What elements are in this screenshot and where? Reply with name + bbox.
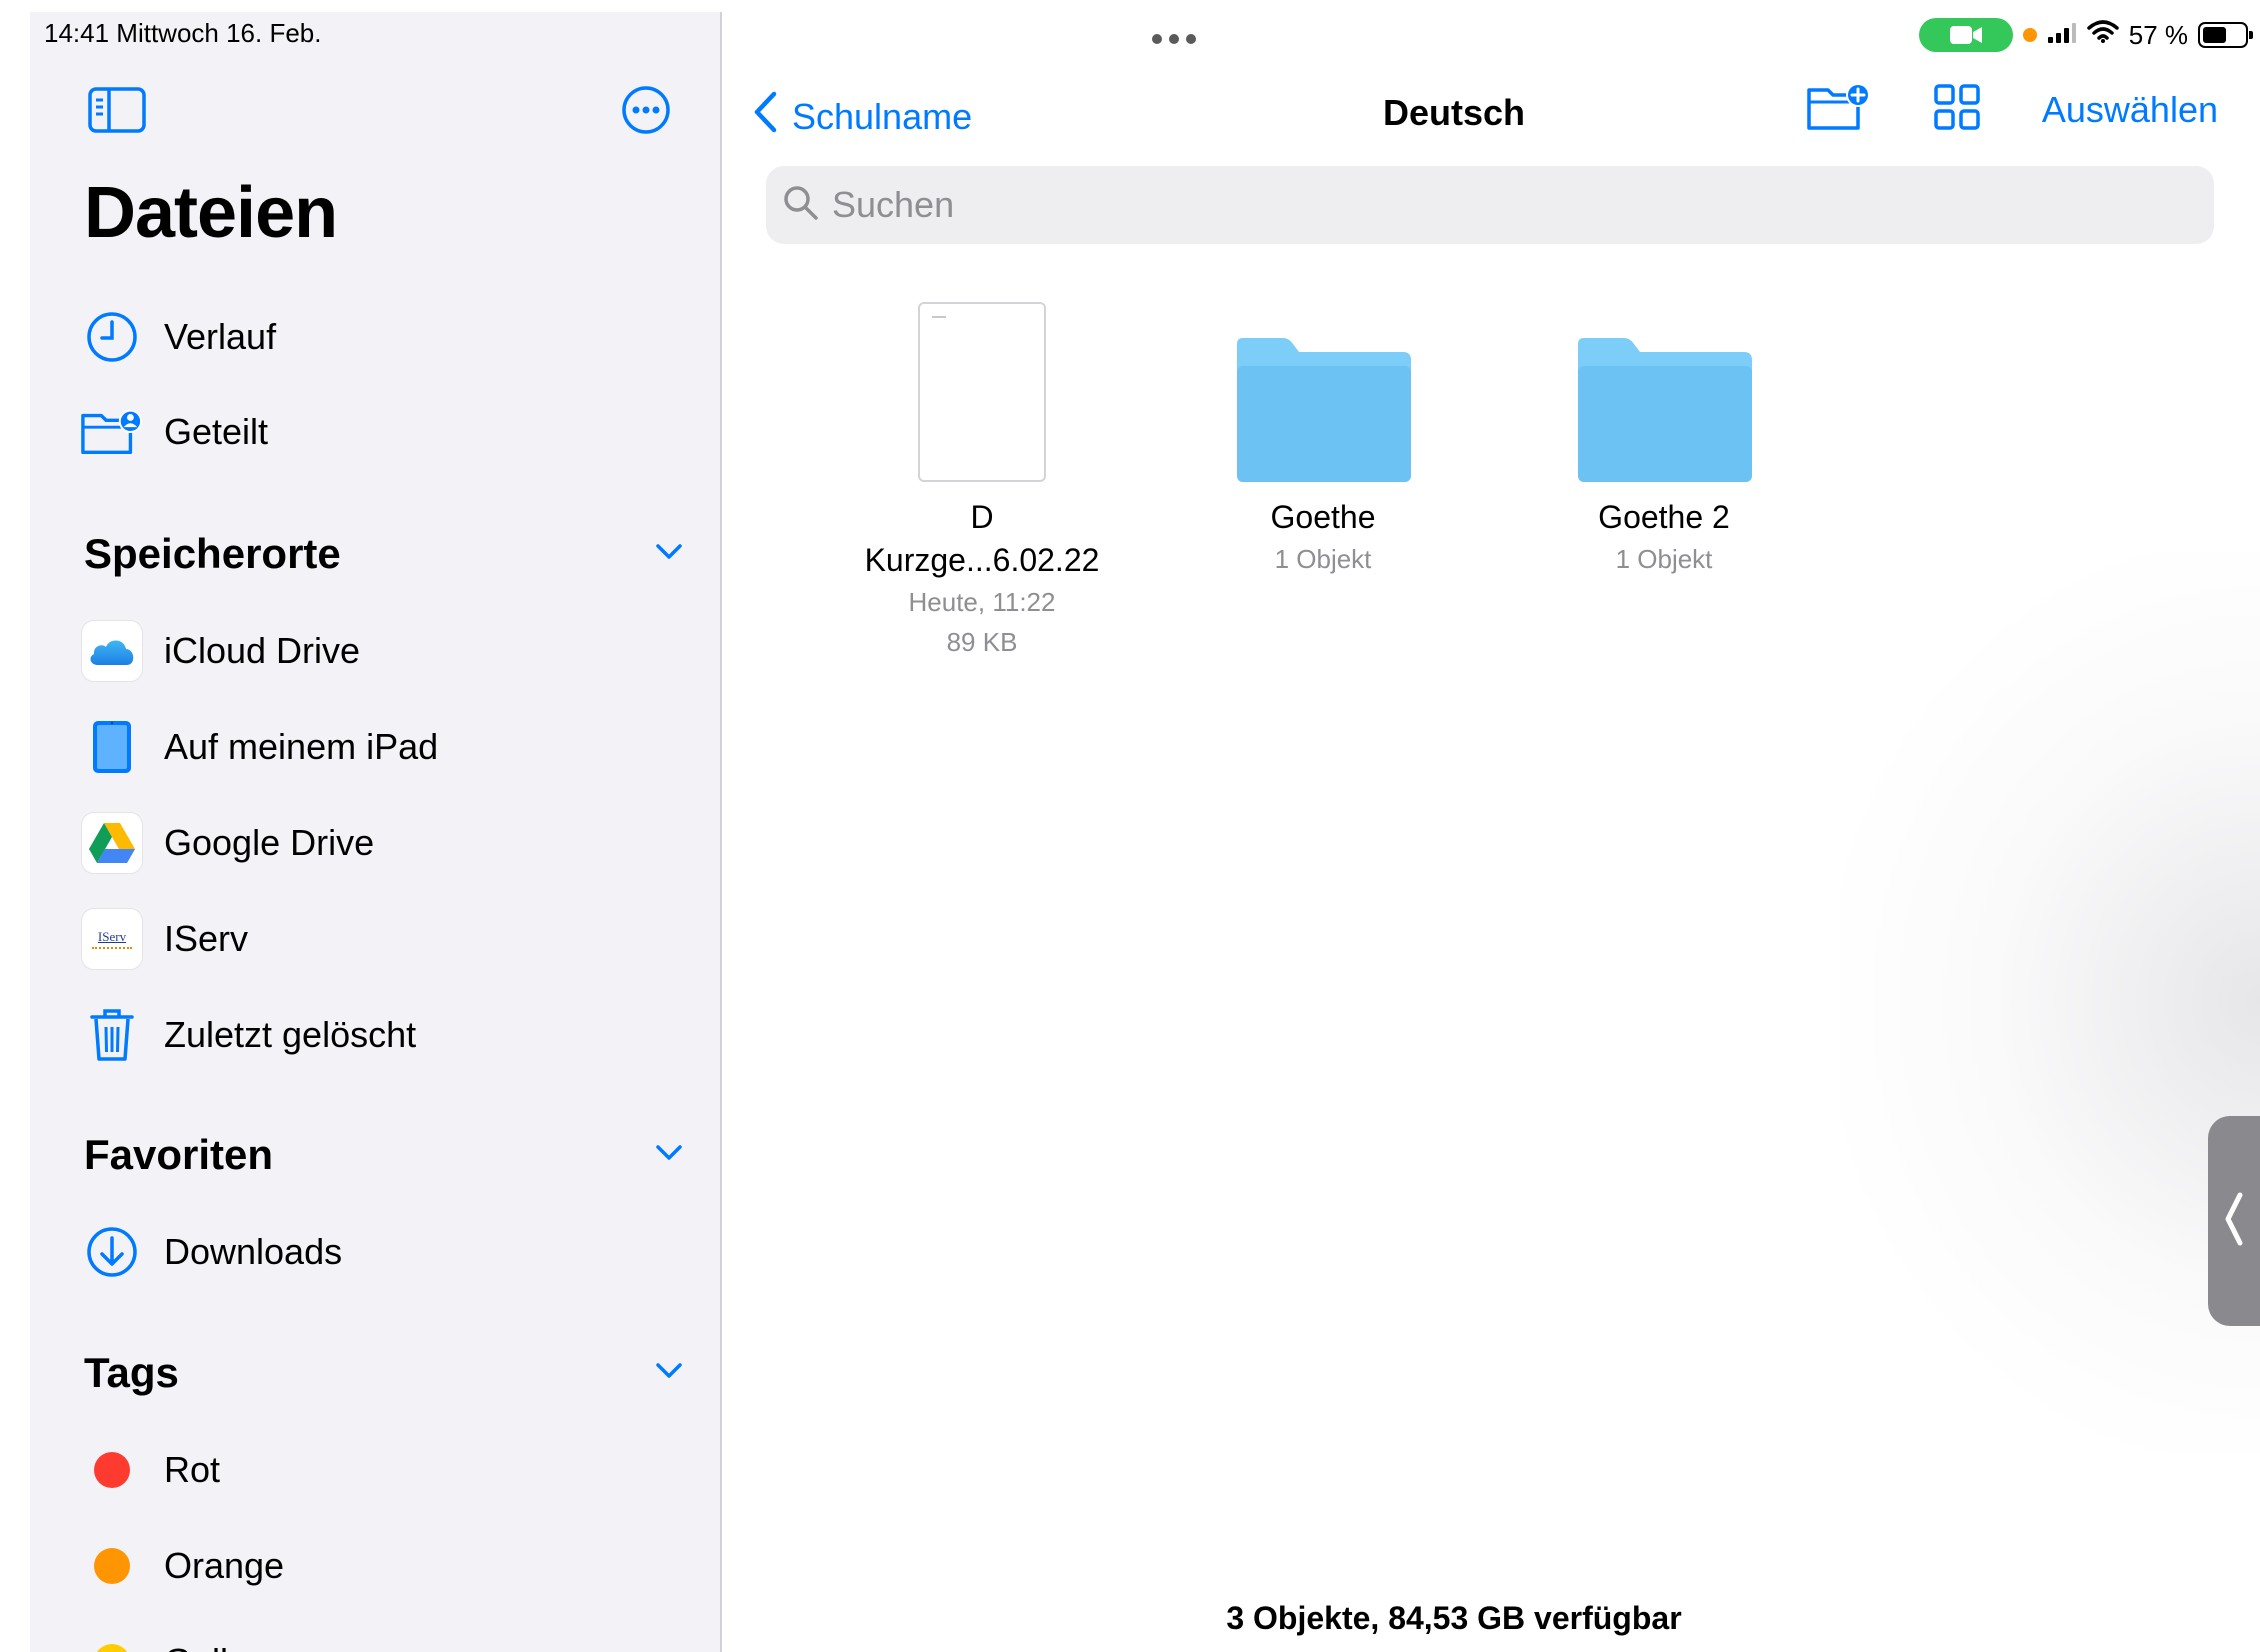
download-icon <box>80 1220 144 1284</box>
ipad-icon <box>80 715 144 779</box>
chevron-down-icon[interactable] <box>654 542 684 567</box>
sidebar-item-zuletzt-geloescht[interactable]: Zuletzt gelöscht <box>80 1000 680 1070</box>
storage-footer: 3 Objekte, 84,53 GB verfügbar <box>1226 1600 1682 1636</box>
folder-icon <box>1231 302 1415 482</box>
sidebar-item-label: Google Drive <box>164 822 375 863</box>
more-options-icon[interactable] <box>620 84 672 141</box>
edge-shadow <box>1840 552 2260 1452</box>
google-drive-icon <box>82 813 142 873</box>
file-name-line1: D <box>970 499 994 535</box>
sidebar-item-google-drive[interactable]: Google Drive <box>80 808 680 878</box>
sidebar: 14:41 Mittwoch 16. Feb. Dateien Verlauf … <box>30 12 722 1652</box>
folder-count: 1 Objekt <box>1274 544 1372 574</box>
folder-item-goethe[interactable]: Goethe 1 Objekt <box>1163 302 1483 579</box>
chevron-down-icon[interactable] <box>654 1143 684 1168</box>
section-header-speicherorte[interactable]: Speicherorte <box>84 524 684 584</box>
sidebar-item-tag-rot[interactable]: Rot <box>80 1435 680 1505</box>
sidebar-item-auf-meinem-ipad[interactable]: Auf meinem iPad <box>80 712 680 782</box>
sidebar-item-label: Orange <box>164 1545 285 1586</box>
status-bar-right: 57 % <box>1918 16 2253 54</box>
new-folder-icon[interactable] <box>1806 82 1872 137</box>
document-thumbnail-icon <box>918 302 1046 482</box>
sidebar-item-tag-orange[interactable]: Orange <box>80 1531 680 1601</box>
status-time-date: 14:41 Mittwoch 16. Feb. <box>44 18 322 48</box>
shared-folder-icon <box>80 400 144 464</box>
ipad-screen: 14:41 Mittwoch 16. Feb. Dateien Verlauf … <box>30 12 2260 1652</box>
file-date: Heute, 11:22 <box>908 587 1056 617</box>
folder-name: Goethe 2 <box>1598 499 1730 535</box>
wifi-icon <box>2086 19 2119 51</box>
clock-icon <box>80 305 144 369</box>
search-icon <box>782 184 820 227</box>
main-pane: 57 % Schulname Deutsch Auswählen Suchen … <box>722 12 2260 1652</box>
tag-dot-orange-icon <box>94 1548 130 1584</box>
nav-actions: Auswählen <box>1806 82 2218 137</box>
trash-icon <box>80 1003 144 1067</box>
folder-name: Goethe <box>1270 499 1376 535</box>
tag-dot-yellow-icon <box>94 1644 130 1652</box>
search-placeholder: Suchen <box>832 184 955 225</box>
chevron-down-icon[interactable] <box>654 1361 684 1386</box>
sidebar-item-label: Geteilt <box>164 411 269 452</box>
battery-fill <box>2203 27 2226 43</box>
section-title: Speicherorte <box>84 530 341 577</box>
file-size: 89 KB <box>946 627 1018 657</box>
icloud-icon <box>82 621 142 681</box>
tag-dot-red-icon <box>94 1452 130 1488</box>
sidebar-toggle-icon[interactable] <box>88 86 146 139</box>
folder-count: 1 Objekt <box>1615 544 1713 574</box>
sidebar-item-downloads[interactable]: Downloads <box>80 1217 680 1287</box>
multitasking-handle[interactable] <box>1152 34 1196 44</box>
signal-icon <box>2047 20 2077 51</box>
sidebar-item-iserv[interactable]: IServ IServ <box>80 904 680 974</box>
sidebar-item-label: Rot <box>164 1449 221 1490</box>
sidebar-item-icloud-drive[interactable]: iCloud Drive <box>80 616 680 686</box>
sidebar-item-geteilt[interactable]: Geteilt <box>80 397 680 467</box>
file-name-line2: Kurzge...6.02.22 <box>864 542 1100 578</box>
iserv-logo-text: IServ <box>97 929 127 944</box>
microphone-indicator-icon <box>2022 28 2037 42</box>
sidebar-item-label: Verlauf <box>164 316 277 357</box>
chevron-left-icon <box>2222 1189 2246 1254</box>
sidebar-item-label: IServ <box>164 918 249 959</box>
select-button[interactable]: Auswählen <box>2042 89 2218 131</box>
sidebar-item-label: Gelb <box>164 1641 240 1652</box>
sidebar-item-verlauf[interactable]: Verlauf <box>80 302 680 372</box>
folder-icon <box>1572 302 1756 482</box>
sidebar-title: Dateien <box>84 173 338 253</box>
section-header-tags[interactable]: Tags <box>84 1343 684 1403</box>
section-title: Favoriten <box>84 1131 274 1178</box>
battery-percent: 57 % <box>2128 19 2188 50</box>
search-field[interactable]: Suchen <box>766 166 2214 244</box>
section-header-favoriten[interactable]: Favoriten <box>84 1125 684 1185</box>
grid-view-icon[interactable] <box>1934 84 1980 135</box>
sidebar-item-label: Downloads <box>164 1231 343 1272</box>
sidebar-item-label: iCloud Drive <box>164 630 361 671</box>
facetime-camera-icon[interactable] <box>1918 18 2013 52</box>
file-item-document[interactable]: D Kurzge...6.02.22 Heute, 11:22 89 KB <box>822 302 1142 662</box>
sidebar-item-label: Zuletzt gelöscht <box>164 1014 417 1055</box>
section-title: Tags <box>84 1349 179 1396</box>
battery-icon <box>2198 22 2253 48</box>
folder-item-goethe-2[interactable]: Goethe 2 1 Objekt <box>1504 302 1824 579</box>
slide-over-handle[interactable] <box>2208 1116 2260 1326</box>
iserv-icon: IServ <box>82 909 142 969</box>
sidebar-item-tag-gelb[interactable]: Gelb <box>80 1627 680 1652</box>
sidebar-item-label: Auf meinem iPad <box>164 726 439 767</box>
